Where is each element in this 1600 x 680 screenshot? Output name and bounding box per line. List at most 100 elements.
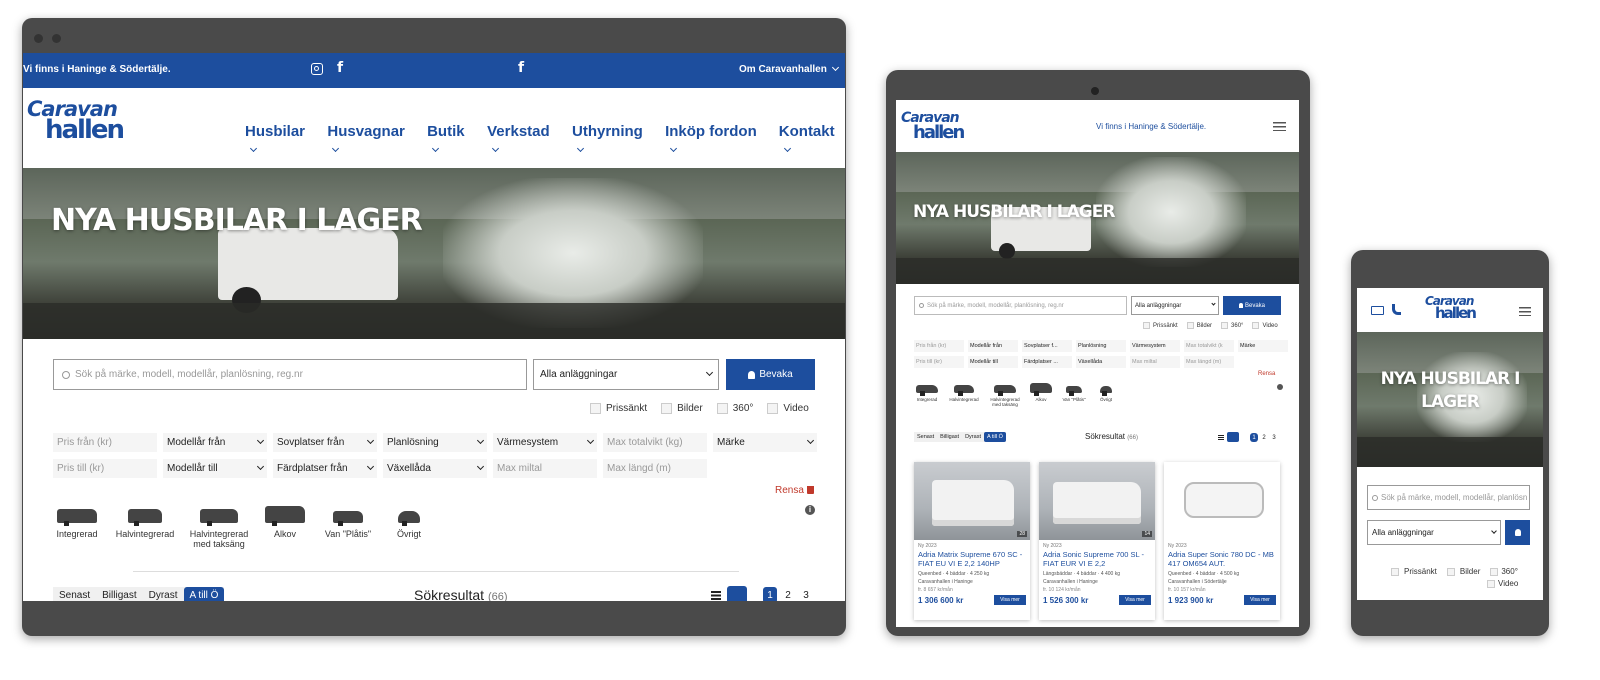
sort-billigast[interactable]: Billigast (96, 587, 142, 601)
checkbox-bilder[interactable]: Bilder (1446, 567, 1480, 576)
gearbox-select[interactable]: Växellåda (1076, 356, 1126, 368)
info-icon[interactable]: i (805, 505, 815, 515)
nav-butik[interactable]: Butik (427, 123, 475, 157)
model-year-from-select[interactable]: Modellår från (968, 340, 1018, 352)
checkbox-video[interactable]: Video (767, 403, 809, 414)
vehicle-type-halvintegrerad-taksang[interactable]: Halvintegrerad med taksäng (189, 509, 249, 549)
hamburger-icon[interactable] (1519, 307, 1531, 316)
hamburger-icon[interactable] (1273, 122, 1286, 131)
vehicle-type-ovrigt[interactable]: Övrigt (389, 509, 429, 549)
checkbox-bilder[interactable]: Bilder (661, 403, 703, 414)
vehicle-type-alkov[interactable]: Alkov (263, 506, 307, 549)
sort-senast[interactable]: Senast (53, 587, 96, 601)
layout-select[interactable]: Planlösning (1076, 340, 1126, 352)
vehicle-type-alkov[interactable]: Alkov (1029, 383, 1053, 407)
nav-uthyrning[interactable]: Uthyrning (572, 123, 653, 157)
listing-title[interactable]: Adria Super Sonic 780 DC - MB 417 OM654 … (1168, 550, 1276, 569)
nav-husvagnar[interactable]: Husvagnar (327, 123, 415, 157)
search-input[interactable]: Sök på märke, modell, modellår, planlösn… (914, 296, 1127, 315)
logo[interactable]: Caravan hallen (27, 99, 125, 144)
listing-title[interactable]: Adria Matrix Supreme 670 SC - FIAT EU VI… (918, 550, 1026, 569)
heating-select[interactable]: Värmesystem (493, 433, 597, 452)
vehicle-type-halvintegrerad[interactable]: Halvintegrerad (115, 509, 175, 549)
listing-card[interactable]: Ny 2023 Adria Super Sonic 780 DC - MB 41… (1164, 462, 1280, 620)
nav-husbilar[interactable]: Husbilar (245, 123, 315, 157)
checkbox-360[interactable]: 360° (1221, 322, 1243, 329)
listing-image[interactable]: 14 (1039, 462, 1155, 540)
nav-inkop-fordon[interactable]: Inköp fordon (665, 123, 767, 157)
watch-button[interactable]: Bevaka (726, 359, 815, 390)
max-weight-input[interactable]: Max totalvikt (kg) (603, 433, 707, 452)
grid-view-icon[interactable] (1227, 432, 1239, 442)
model-year-from-select[interactable]: Modellår från (163, 433, 267, 452)
beds-from-select[interactable]: Sovplatser från (273, 433, 377, 452)
watch-button[interactable] (1505, 520, 1530, 545)
sort-dyrast[interactable]: Dyrast (962, 432, 984, 442)
listing-card[interactable]: 14 Ny 2023 Adria Sonic Supreme 700 SL - … (1039, 462, 1155, 620)
page-2[interactable]: 2 (781, 587, 795, 601)
vehicle-type-integrerad[interactable]: Integrerad (914, 385, 940, 407)
seats-from-select[interactable]: Färdplatser från (273, 459, 377, 478)
list-view-icon[interactable] (711, 591, 721, 600)
grid-view-icon[interactable] (727, 586, 747, 601)
facebook-icon[interactable]: f (337, 60, 343, 76)
sort-billigast[interactable]: Billigast (937, 432, 962, 442)
listing-title[interactable]: Adria Sonic Supreme 700 SL - FIAT EUR VI… (1043, 550, 1151, 569)
checkbox-prissankt[interactable]: Prissänkt (590, 403, 647, 414)
logo[interactable]: Caravan hallen (1425, 295, 1477, 320)
model-year-to-select[interactable]: Modellår till (163, 459, 267, 478)
clear-filters-button[interactable]: Rensa (1258, 371, 1275, 377)
show-more-button[interactable]: Visa mer (1244, 595, 1276, 605)
info-icon[interactable] (1277, 384, 1283, 390)
phone-icon[interactable] (1392, 304, 1401, 315)
checkbox-360[interactable]: 360° (1490, 567, 1518, 576)
listing-card[interactable]: 28 Ny 2023 Adria Matrix Supreme 670 SC -… (914, 462, 1030, 620)
price-to-input[interactable]: Pris till (kr) (53, 459, 157, 478)
sort-dyrast[interactable]: Dyrast (143, 587, 184, 601)
clear-filters-button[interactable]: Rensa (775, 485, 814, 496)
beds-from-select[interactable]: Sovplatser f... (1022, 340, 1072, 352)
search-input[interactable]: Sök på märke, modell, modellår, planlösn (1367, 485, 1530, 510)
checkbox-bilder[interactable]: Bilder (1186, 322, 1212, 329)
checkbox-360[interactable]: 360° (716, 403, 753, 414)
nav-verkstad[interactable]: Verkstad (487, 123, 560, 157)
page-1[interactable]: 1 (1250, 433, 1258, 442)
instagram-icon[interactable] (311, 63, 323, 75)
facility-select[interactable]: Alla anläggningar (1367, 520, 1501, 545)
om-caravanhallen-link[interactable]: Om Caravanhallen (739, 63, 839, 75)
max-length-input[interactable]: Max längd (m) (603, 459, 707, 478)
page-2[interactable]: 2 (1260, 433, 1268, 442)
price-from-input[interactable]: Pris från (kr) (53, 433, 157, 452)
listing-image[interactable]: 28 (914, 462, 1030, 540)
show-more-button[interactable]: Visa mer (1119, 595, 1151, 605)
checkbox-prissankt[interactable]: Prissänkt (1143, 322, 1178, 329)
vehicle-type-van[interactable]: Van "Plåtis" (1060, 385, 1088, 407)
max-length-input[interactable]: Max längd (m) (1184, 356, 1234, 368)
price-to-input[interactable]: Pris till (kr) (914, 356, 964, 368)
max-mileage-input[interactable]: Max miltal (1130, 356, 1180, 368)
show-more-button[interactable]: Visa mer (994, 595, 1026, 605)
model-year-to-select[interactable]: Modellår till (968, 356, 1018, 368)
vehicle-type-halvintegrerad-taksang[interactable]: Halvintegrerad med taksäng (988, 385, 1022, 407)
checkbox-video[interactable]: Video (1487, 579, 1518, 588)
vehicle-type-halvintegrerad[interactable]: Halvintegrerad (947, 385, 981, 407)
facebook-icon[interactable]: f (518, 60, 524, 76)
vehicle-type-integrerad[interactable]: Integrerad (53, 509, 101, 549)
brand-select[interactable]: Märke (1238, 340, 1288, 352)
page-1[interactable]: 1 (763, 587, 777, 601)
gearbox-select[interactable]: Växellåda (383, 459, 487, 478)
checkbox-prissankt[interactable]: Prissänkt (1391, 567, 1437, 576)
mail-icon[interactable] (1371, 306, 1384, 315)
list-view-icon[interactable] (1218, 435, 1224, 440)
facility-select[interactable]: Alla anläggningar (1131, 296, 1219, 315)
vehicle-type-ovrigt[interactable]: Övrigt (1095, 385, 1117, 407)
heating-select[interactable]: Värmesystem (1130, 340, 1180, 352)
page-3[interactable]: 3 (1270, 433, 1278, 442)
sort-a-till-o[interactable]: A till Ö (983, 432, 1006, 442)
max-weight-input[interactable]: Max totalvikt (k (1184, 340, 1234, 352)
seats-from-select[interactable]: Färdplatser ... (1022, 356, 1072, 368)
brand-select[interactable]: Märke (713, 433, 817, 452)
listing-image[interactable] (1164, 462, 1280, 540)
page-3[interactable]: 3 (799, 587, 813, 601)
watch-button[interactable]: Bevaka (1223, 296, 1281, 315)
